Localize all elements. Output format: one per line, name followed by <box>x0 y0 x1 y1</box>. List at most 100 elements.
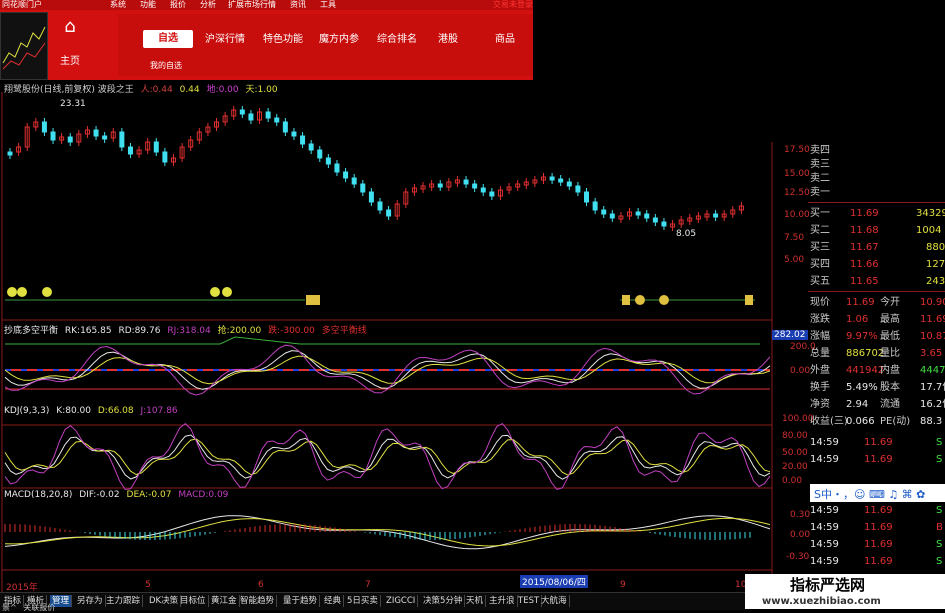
die-value: -300.00 <box>280 326 315 336</box>
quote-label: 最低 <box>880 331 900 342</box>
tick-row: 14:59 11.69 B <box>776 519 945 536</box>
tick-flag: S <box>936 454 943 465</box>
status-item[interactable]: 景^ <box>2 603 17 612</box>
macd-label: MACD: <box>178 490 209 500</box>
tab-watchlist[interactable]: 自选 <box>143 30 193 48</box>
candle-body <box>386 209 392 217</box>
candle-body <box>153 141 159 153</box>
mini-chart-thumbnail[interactable] <box>0 12 48 80</box>
indicator-tab[interactable]: 主升浪 <box>487 595 518 607</box>
rd-value: 89.76 <box>134 326 161 336</box>
kdj-header: KDJ(9,3,3) K:80.00 D:66.08 J:107.86 <box>4 406 178 416</box>
rk-label: RK: <box>64 326 81 336</box>
quote-label: 总量 <box>810 348 830 359</box>
candle-body <box>480 187 486 193</box>
menu-news[interactable]: 资讯 <box>290 0 306 10</box>
rj-label: RJ: <box>167 326 180 336</box>
subtab-my-watchlist[interactable]: 我的自选 <box>150 60 182 71</box>
quote-value: 88.3 <box>920 416 943 427</box>
quote-value: 16.2亿 <box>920 399 945 410</box>
candle-body <box>584 191 590 203</box>
buy-level-label: 买四 <box>810 259 830 270</box>
x-axis-label: 6 <box>258 580 264 590</box>
menu-quote[interactable]: 报价 <box>170 0 186 10</box>
buy-volume: 34329 <box>916 208 945 219</box>
chart-area[interactable] <box>0 92 776 592</box>
indicator-tab[interactable]: DK决策 <box>147 595 182 607</box>
login-status[interactable]: 交易未登录 <box>493 0 533 10</box>
sell-level-label: 卖一 <box>810 187 830 198</box>
candle-body <box>713 213 719 218</box>
indicator-tab[interactable]: 另存为 <box>75 595 106 607</box>
tick-time: 14:59 <box>810 556 839 567</box>
tab-commodities[interactable]: 商品 <box>485 30 525 50</box>
menu-function[interactable]: 功能 <box>140 0 156 10</box>
indicator-tab[interactable]: 经典 <box>322 595 345 607</box>
menu-analysis[interactable]: 分析 <box>200 0 216 10</box>
balance-indicator-header: 抄底多空平衡 RK:165.85 RD:89.76 RJ:318.04 抢:20… <box>4 323 367 336</box>
indicator-tab[interactable]: 主力跟踪 <box>104 595 144 607</box>
rj-value: 318.04 <box>179 326 211 336</box>
home-button[interactable]: ⌂ 主页 <box>48 14 92 76</box>
candle-body <box>644 213 650 219</box>
low-price-label: 8.05 <box>676 229 697 239</box>
candle-body <box>317 149 323 159</box>
macd-value: 0.09 <box>208 490 229 500</box>
quote-label: PE(动) <box>880 416 911 427</box>
candle-body <box>50 131 56 141</box>
macd-dea-value: -0.07 <box>148 490 172 500</box>
tick-row: 14:59 11.69 S <box>776 502 945 519</box>
menu-tools[interactable]: 工具 <box>320 0 336 10</box>
indicator-tab[interactable]: 黄江金 <box>209 595 240 607</box>
candle-body <box>635 211 641 216</box>
candle-body <box>248 113 254 121</box>
quote-panel: 卖四 卖三 卖二 卖一 买一 11.69 34329 买二 11.68 1004 买三 1… <box>776 142 945 609</box>
tab-magic-insights[interactable]: 魔方内参 <box>314 30 364 50</box>
tick-row: 14:59 11.69 S <box>776 434 945 451</box>
signal-markers <box>7 287 753 305</box>
quote-row: 涨幅 9.97%最低 10.87 <box>776 328 945 345</box>
indicator-tab[interactable]: 决策5分钟 <box>421 595 466 607</box>
candle-body <box>601 209 607 215</box>
tick-time: 14:59 <box>810 522 839 533</box>
buy-volume: 243 <box>926 276 945 287</box>
quote-value: 0.066 <box>846 416 875 427</box>
candle-body <box>558 178 564 183</box>
ime-toolbar[interactable]: S中・，☺ ⌨ ♫ ⌘ ✿ <box>810 484 945 502</box>
balance-line-label: 多空平衡线 <box>321 326 367 336</box>
tick-row: 14:59 11.69 S <box>776 553 945 570</box>
buy-price: 11.65 <box>850 276 879 287</box>
candle-body <box>661 221 667 227</box>
quote-value: 886702 <box>846 348 885 359</box>
tab-sh-sz-market[interactable]: 沪深行情 <box>200 30 250 50</box>
macd-header: MACD(18,20,8) DIF:-0.02 DEA:-0.07 MACD:0… <box>4 490 228 500</box>
indicator-tab[interactable]: 量于趋势 <box>281 595 321 607</box>
indicator-tab[interactable]: 大航海 <box>539 595 570 607</box>
indicator-tab[interactable]: 5日买卖 <box>345 595 381 607</box>
indicator-tab[interactable]: ZIGCCI <box>384 595 419 607</box>
tab-special-features[interactable]: 特色功能 <box>258 30 308 50</box>
status-item-linked-quote[interactable]: 关联报价 <box>23 603 55 612</box>
indicator-tab[interactable]: 目标位 <box>178 595 209 607</box>
candle-body <box>239 109 245 115</box>
tab-hk-stocks[interactable]: 港股 <box>428 30 468 50</box>
watermark-title: 指标严选网 <box>790 576 866 594</box>
indicator-tab[interactable]: 智能趋势 <box>238 595 278 607</box>
menu-extended-market[interactable]: 扩展市场行情 <box>228 0 276 10</box>
buy-level-label: 买三 <box>810 242 830 253</box>
x-axis-label: 9 <box>620 580 626 590</box>
candle-body <box>472 183 478 189</box>
die-label: 跌: <box>268 326 281 336</box>
quote-value: 11.69 <box>846 297 875 308</box>
indicator-tab[interactable]: 天机 <box>464 595 487 607</box>
quote-row: 外盘 441942内盘 444760 <box>776 362 945 379</box>
candle-body <box>351 177 357 185</box>
tab-ranking[interactable]: 综合排名 <box>372 30 422 50</box>
tick-flag: B <box>936 522 943 533</box>
app-logo: 同花顺门户 <box>2 0 42 9</box>
macd-dif-value: -0.02 <box>96 490 120 500</box>
quote-value: 1.06 <box>846 314 869 325</box>
candle-body <box>343 171 349 179</box>
tick-flag: S <box>936 556 943 567</box>
menu-system[interactable]: 系统 <box>110 0 126 10</box>
